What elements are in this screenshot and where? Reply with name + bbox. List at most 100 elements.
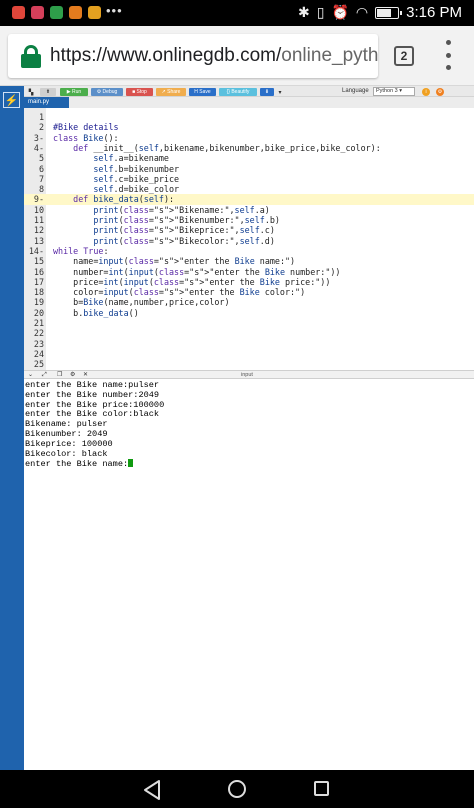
back-icon[interactable] bbox=[142, 779, 162, 801]
console-line: Bikecolor: black bbox=[25, 448, 108, 459]
address-bar[interactable]: https://www.onlinegdb.com/online_python bbox=[8, 34, 378, 78]
file-tabs: main.py bbox=[24, 97, 474, 108]
code-editor[interactable]: 1 2 #Bike details 3- class Bike(): 4- def __i… bbox=[24, 108, 474, 370]
code-line[interactable]: 12 print(class="s">"Bikeprice:",self.c) bbox=[24, 225, 474, 235]
line-number: 9- bbox=[33, 194, 44, 205]
console-line: enter the Bike name: bbox=[25, 459, 134, 470]
code-text: price=int(input(class="s">"enter the Bik… bbox=[53, 276, 331, 287]
beautify-button[interactable]: {} Beautify bbox=[219, 88, 257, 96]
tab-switcher-button[interactable]: 2 bbox=[394, 46, 414, 66]
code-line[interactable]: 6 self.b=bikenumber bbox=[24, 164, 474, 174]
language-select[interactable]: Python 3 ▾ bbox=[373, 87, 415, 96]
home-icon[interactable] bbox=[228, 780, 246, 798]
upload-icon[interactable]: ⬆ bbox=[40, 88, 56, 96]
debug-button[interactable]: ⚙ Debug bbox=[91, 88, 123, 96]
more-notifications-icon: ••• bbox=[106, 3, 123, 18]
line-number: 16 bbox=[33, 266, 44, 277]
code-text: number=int(input(class="s">"enter the Bi… bbox=[53, 266, 341, 277]
code-line[interactable]: 9- def bike_data(self): bbox=[24, 194, 474, 205]
url-rest: online_python bbox=[281, 45, 378, 66]
code-line[interactable]: 18 color=input(class="s">"enter the Bike… bbox=[24, 287, 474, 297]
code-line[interactable]: 8 self.d=bike_color bbox=[24, 184, 474, 194]
code-text: print(class="s">"Bikecolor:",self.d) bbox=[93, 235, 275, 246]
recents-icon[interactable] bbox=[314, 781, 329, 796]
code-line[interactable]: 20 b.bike_data() bbox=[24, 308, 474, 318]
code-line[interactable]: 5 self.a=bikename bbox=[24, 153, 474, 163]
line-number: 13 bbox=[33, 235, 44, 246]
line-number: 15 bbox=[33, 256, 44, 267]
sidebar-toggle-icon[interactable]: ⚡ bbox=[3, 92, 20, 108]
code-line[interactable]: 24 bbox=[24, 349, 474, 359]
code-line[interactable]: 21 bbox=[24, 318, 474, 328]
code-line[interactable]: 22 bbox=[24, 328, 474, 338]
code-line[interactable]: 15 name=input(class="s">"enter the Bike … bbox=[24, 256, 474, 266]
code-line[interactable]: 25 bbox=[24, 359, 474, 369]
code-text: color=input(class="s">"enter the Bike co… bbox=[53, 287, 306, 298]
stop-button[interactable]: ■ Stop bbox=[126, 88, 153, 96]
code-line[interactable]: 2 #Bike details bbox=[24, 122, 474, 132]
line-number: 12 bbox=[33, 225, 44, 236]
run-button[interactable]: ▶ Run bbox=[60, 88, 88, 96]
code-text: #Bike details bbox=[53, 122, 119, 133]
copy-icon[interactable]: ❐ bbox=[57, 371, 62, 379]
clear-icon[interactable]: ✕ bbox=[83, 371, 88, 379]
code-line[interactable]: 10 print(class="s">"Bikename:",self.a) bbox=[24, 205, 474, 215]
navigation-bar bbox=[0, 770, 474, 808]
vibrate-icon: ▯ bbox=[316, 4, 325, 20]
code-line[interactable]: 13 print(class="s">"Bikecolor:",self.d) bbox=[24, 236, 474, 246]
code-text: print(class="s">"Bikename:",self.a) bbox=[93, 204, 270, 215]
browser-menu-icon[interactable] bbox=[444, 40, 452, 70]
output-console[interactable]: enter the Bike name:pulser enter the Bike… bbox=[24, 379, 474, 770]
code-line[interactable]: 4- def __init__(self,bikename,bikenumber… bbox=[24, 143, 474, 153]
info-icon[interactable]: i bbox=[422, 88, 430, 96]
line-number: 8 bbox=[38, 184, 44, 195]
save-button[interactable]: H Save bbox=[189, 88, 216, 96]
code-text: def bike_data(self): bbox=[73, 194, 175, 205]
code-text: b=Bike(name,number,price,color) bbox=[53, 297, 230, 308]
line-number: 3- bbox=[33, 132, 44, 143]
lock-icon[interactable] bbox=[20, 44, 42, 68]
url-text[interactable]: https://www.onlinegdb.com/online_python bbox=[50, 45, 378, 67]
red-app-icon bbox=[31, 6, 44, 19]
line-number: 5 bbox=[38, 153, 44, 164]
line-number: 25 bbox=[33, 359, 44, 370]
line-number: 20 bbox=[33, 307, 44, 318]
orange-app-icon bbox=[69, 6, 82, 19]
code-line[interactable]: 19 b=Bike(name,number,price,color) bbox=[24, 297, 474, 307]
code-line[interactable]: 11 print(class="s">"Bikenumber:",self.b) bbox=[24, 215, 474, 225]
code-text: print(class="s">"Bikenumber:",self.b) bbox=[93, 215, 280, 225]
line-number: 17 bbox=[33, 276, 44, 287]
line-number: 7 bbox=[38, 173, 44, 184]
code-text: b.bike_data() bbox=[53, 307, 139, 318]
download-icon[interactable]: ⬇ bbox=[260, 88, 274, 96]
expand-icon[interactable]: ⤢ bbox=[42, 371, 47, 379]
line-number: 6 bbox=[38, 163, 44, 174]
code-line[interactable]: 7 self.c=bike_price bbox=[24, 174, 474, 184]
io-toolbar: ⌄ ⤢ ❐ ⚙ ✕ input bbox=[24, 370, 474, 379]
menu-icon[interactable]: ▚ bbox=[26, 88, 36, 96]
status-right: ✱ ▯ ⏰ ◠ 3:16 PM bbox=[298, 4, 462, 21]
code-line[interactable]: 17 price=int(input(class="s">"enter the … bbox=[24, 277, 474, 287]
code-line[interactable]: 23 bbox=[24, 339, 474, 349]
line-number: 11 bbox=[33, 215, 44, 225]
settings-icon[interactable]: ⚙ bbox=[436, 88, 444, 96]
language-label: Language bbox=[342, 88, 369, 94]
language-value: Python 3 bbox=[376, 88, 398, 94]
code-line[interactable]: 14- while True: bbox=[24, 246, 474, 256]
battery-icon bbox=[375, 6, 403, 19]
code-line[interactable]: 16 number=int(input(class="s">"enter the… bbox=[24, 267, 474, 277]
collapse-icon[interactable]: ⌄ bbox=[28, 371, 33, 379]
code-line[interactable]: 3- class Bike(): bbox=[24, 133, 474, 143]
share-button[interactable]: ↗ Share bbox=[156, 88, 186, 96]
code-line[interactable]: 1 bbox=[24, 112, 474, 122]
file-tab-main[interactable]: main.py bbox=[24, 97, 69, 108]
code-text: self.d=bike_color bbox=[93, 184, 180, 195]
line-number: 19 bbox=[33, 297, 44, 308]
code-text: def __init__(self,bikename,bikenumber,bi… bbox=[73, 142, 381, 153]
console-settings-icon[interactable]: ⚙ bbox=[70, 371, 75, 379]
line-number: 2 bbox=[38, 122, 44, 133]
dropdown-icon[interactable]: ▾ bbox=[276, 88, 284, 96]
status-bar: ••• ✱ ▯ ⏰ ◠ 3:16 PM bbox=[0, 0, 474, 26]
alarm-icon: ⏰ bbox=[331, 4, 349, 20]
code-text: while True: bbox=[53, 245, 109, 256]
